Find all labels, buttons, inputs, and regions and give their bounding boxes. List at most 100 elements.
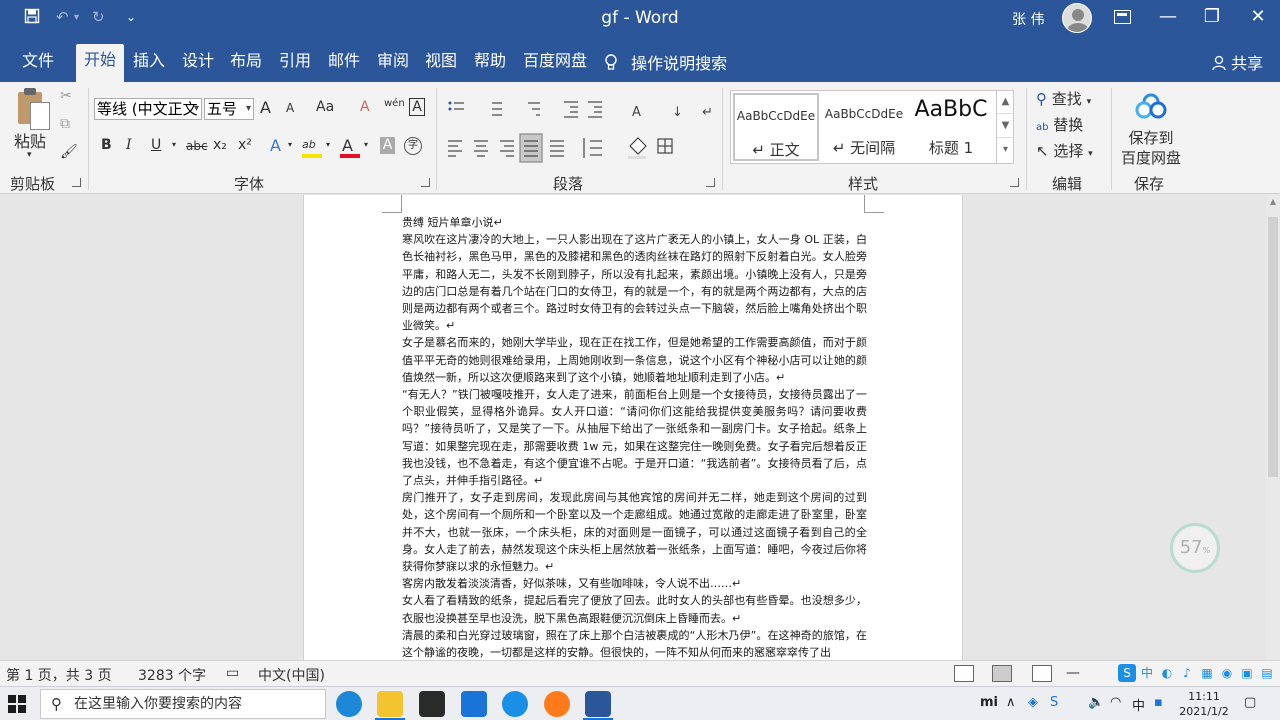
gallery-up-icon[interactable]: ▲ <box>997 90 1014 114</box>
font-launcher-icon[interactable] <box>421 178 430 187</box>
tab-baidu-netdisk[interactable]: 百度网盘 <box>515 46 595 82</box>
mail-icon[interactable] <box>461 691 487 717</box>
user-name[interactable]: 张 伟 <box>1012 9 1044 29</box>
enclose-characters-icon[interactable]: 字 <box>404 137 422 155</box>
paste-button[interactable]: 粘贴 <box>14 128 46 152</box>
store-icon[interactable] <box>419 691 445 717</box>
ime-skin-icon[interactable]: ◉ <box>1218 664 1236 682</box>
change-case-icon[interactable]: Aa <box>316 99 334 115</box>
document-page[interactable]: 贵缚 短片单章小说↵ 寒风吹在这片凄冷的大地上，一只人影出现在了这片广袤无人的小… <box>303 195 963 660</box>
styles-launcher-icon[interactable] <box>1010 178 1019 187</box>
scroll-up-icon[interactable]: ▲ <box>1266 197 1280 206</box>
format-painter-icon[interactable]: 🖌 <box>60 144 78 160</box>
ribbon-display-options-icon[interactable] <box>1114 10 1131 24</box>
style-no-spacing[interactable]: AaBbCcDdEe ↵ 无间隔 <box>821 93 907 161</box>
tab-review[interactable]: 审阅 <box>369 46 417 82</box>
ime-icon[interactable]: S <box>1118 664 1136 682</box>
style-normal[interactable]: AaBbCcDdEe ↵ 正文 <box>733 93 819 161</box>
font-color-icon[interactable]: A <box>342 136 353 155</box>
gallery-down-icon[interactable]: ▼ <box>997 114 1014 138</box>
paste-dropdown-icon[interactable]: ▾ <box>27 150 32 160</box>
cut-icon[interactable]: ✂ <box>60 88 72 104</box>
read-mode-button[interactable] <box>954 665 974 682</box>
italic-button[interactable]: I <box>126 137 132 153</box>
ime-punct-icon[interactable]: ◐ <box>1158 664 1176 682</box>
performance-gauge[interactable]: 57% <box>1170 523 1220 573</box>
subscript-button[interactable]: x₂ <box>213 137 227 153</box>
replace-button[interactable]: ab 替换 <box>1036 114 1083 135</box>
copy-icon[interactable]: ⧉ <box>60 116 70 132</box>
zoom-out-button[interactable]: — <box>1066 665 1080 681</box>
save-to-baidu-button[interactable]: 保存到 百度网盘 <box>1118 128 1184 168</box>
redo-icon[interactable]: ↻ <box>92 8 105 26</box>
close-button[interactable]: ✕ <box>1238 4 1278 30</box>
ime-tray-icon[interactable]: S <box>1050 695 1058 710</box>
edge-browser-icon[interactable] <box>336 691 362 717</box>
grow-font-icon[interactable]: A <box>260 98 271 117</box>
ime-keyboard-icon[interactable]: ▦ <box>1198 664 1216 682</box>
tab-view[interactable]: 视图 <box>417 46 465 82</box>
phonetic-guide-icon[interactable]: wén <box>384 98 405 109</box>
highlight-dropdown-icon[interactable]: ▾ <box>326 140 330 149</box>
notifications-icon[interactable]: ▢ <box>1244 695 1256 710</box>
ime-voice-icon[interactable]: ♪ <box>1178 664 1196 682</box>
character-border-icon[interactable]: A <box>409 98 425 116</box>
taskbar-clock[interactable]: 11:11 2021/1/2 <box>1176 689 1232 719</box>
underline-button[interactable]: U <box>151 137 161 153</box>
proofing-icon[interactable]: ▭ <box>226 665 239 681</box>
gallery-more-icon[interactable]: ▾ <box>997 138 1014 162</box>
baidu-netdisk-icon[interactable] <box>1134 92 1168 120</box>
taskbar-search-input[interactable]: ⚲ 在这里输入你要搜索的内容 <box>40 689 326 719</box>
share-button[interactable]: 共享 <box>1212 50 1263 74</box>
underline-dropdown-icon[interactable]: ▾ <box>172 140 176 149</box>
find-button[interactable]: ⚲ 查找 ▾ <box>1036 88 1091 109</box>
select-button[interactable]: ↖ 选择 ▾ <box>1036 140 1093 161</box>
tab-help[interactable]: 帮助 <box>466 46 514 82</box>
language-indicator[interactable]: 中文(中国) <box>258 665 325 685</box>
word-icon[interactable] <box>585 691 611 717</box>
tab-file[interactable]: 文件 <box>14 46 62 82</box>
undo-dropdown-icon[interactable]: ▾ <box>74 12 79 23</box>
character-shading-icon[interactable]: A <box>380 137 395 154</box>
customize-qa-icon[interactable]: ⌄ <box>126 10 136 24</box>
mi-icon[interactable]: mi <box>980 695 998 710</box>
font-name-combo[interactable]: 等线 (中文正文 ▾ <box>94 98 202 120</box>
document-body[interactable]: 贵缚 短片单章小说↵ 寒风吹在这片凄冷的大地上，一只人影出现在了这片广袤无人的小… <box>402 214 867 660</box>
print-layout-button[interactable] <box>992 665 1012 682</box>
text-effects-icon[interactable]: A <box>270 136 281 155</box>
superscript-button[interactable]: x² <box>238 137 252 153</box>
clear-formatting-icon[interactable]: A <box>360 99 370 115</box>
word-count[interactable]: 3283 个字 <box>138 665 206 685</box>
ime-tools-icon[interactable]: ▣ <box>1238 664 1256 682</box>
shrink-font-icon[interactable]: A <box>286 101 294 115</box>
paste-icon[interactable] <box>16 88 52 132</box>
windows-start-icon[interactable] <box>8 695 26 713</box>
tell-me-search[interactable]: 操作说明搜索 <box>604 50 727 74</box>
text-effects-dropdown-icon[interactable]: ▾ <box>288 140 292 149</box>
ime-mode-icon[interactable]: 中 <box>1132 695 1145 714</box>
scrollbar-thumb[interactable] <box>1268 217 1278 477</box>
save-icon[interactable] <box>24 8 40 28</box>
network-icon[interactable]: ◠ <box>1110 695 1121 710</box>
app-tray-icon[interactable]: ▪ <box>1154 695 1163 710</box>
paragraph-launcher-icon[interactable] <box>706 178 715 187</box>
tab-layout[interactable]: 布局 <box>222 46 270 82</box>
tray-expand-icon[interactable]: ∧ <box>1006 695 1016 710</box>
tab-references[interactable]: 引用 <box>271 46 319 82</box>
ime-chinese-icon[interactable]: 中 <box>1138 664 1156 682</box>
style-heading-1[interactable]: AaBbC 标题 1 <box>909 93 993 161</box>
cortana-search-icon[interactable] <box>502 691 528 717</box>
font-size-combo[interactable]: 五号 ▾ <box>204 98 254 120</box>
ime-menu-icon[interactable]: ▤ <box>1258 664 1276 682</box>
bold-button[interactable]: B <box>101 137 112 153</box>
page-count[interactable]: 第 1 页，共 3 页 <box>6 665 112 685</box>
minimize-button[interactable]: — <box>1148 4 1188 30</box>
avatar[interactable] <box>1062 3 1092 33</box>
font-color-dropdown-icon[interactable]: ▾ <box>364 140 368 149</box>
highlight-icon[interactable]: ab <box>302 138 316 151</box>
tab-mailings[interactable]: 邮件 <box>320 46 368 82</box>
security-shield-icon[interactable]: ◈ <box>1028 695 1038 710</box>
web-layout-button[interactable] <box>1032 665 1052 682</box>
strikethrough-button[interactable]: abc <box>186 139 208 153</box>
clipboard-launcher-icon[interactable] <box>72 178 81 187</box>
